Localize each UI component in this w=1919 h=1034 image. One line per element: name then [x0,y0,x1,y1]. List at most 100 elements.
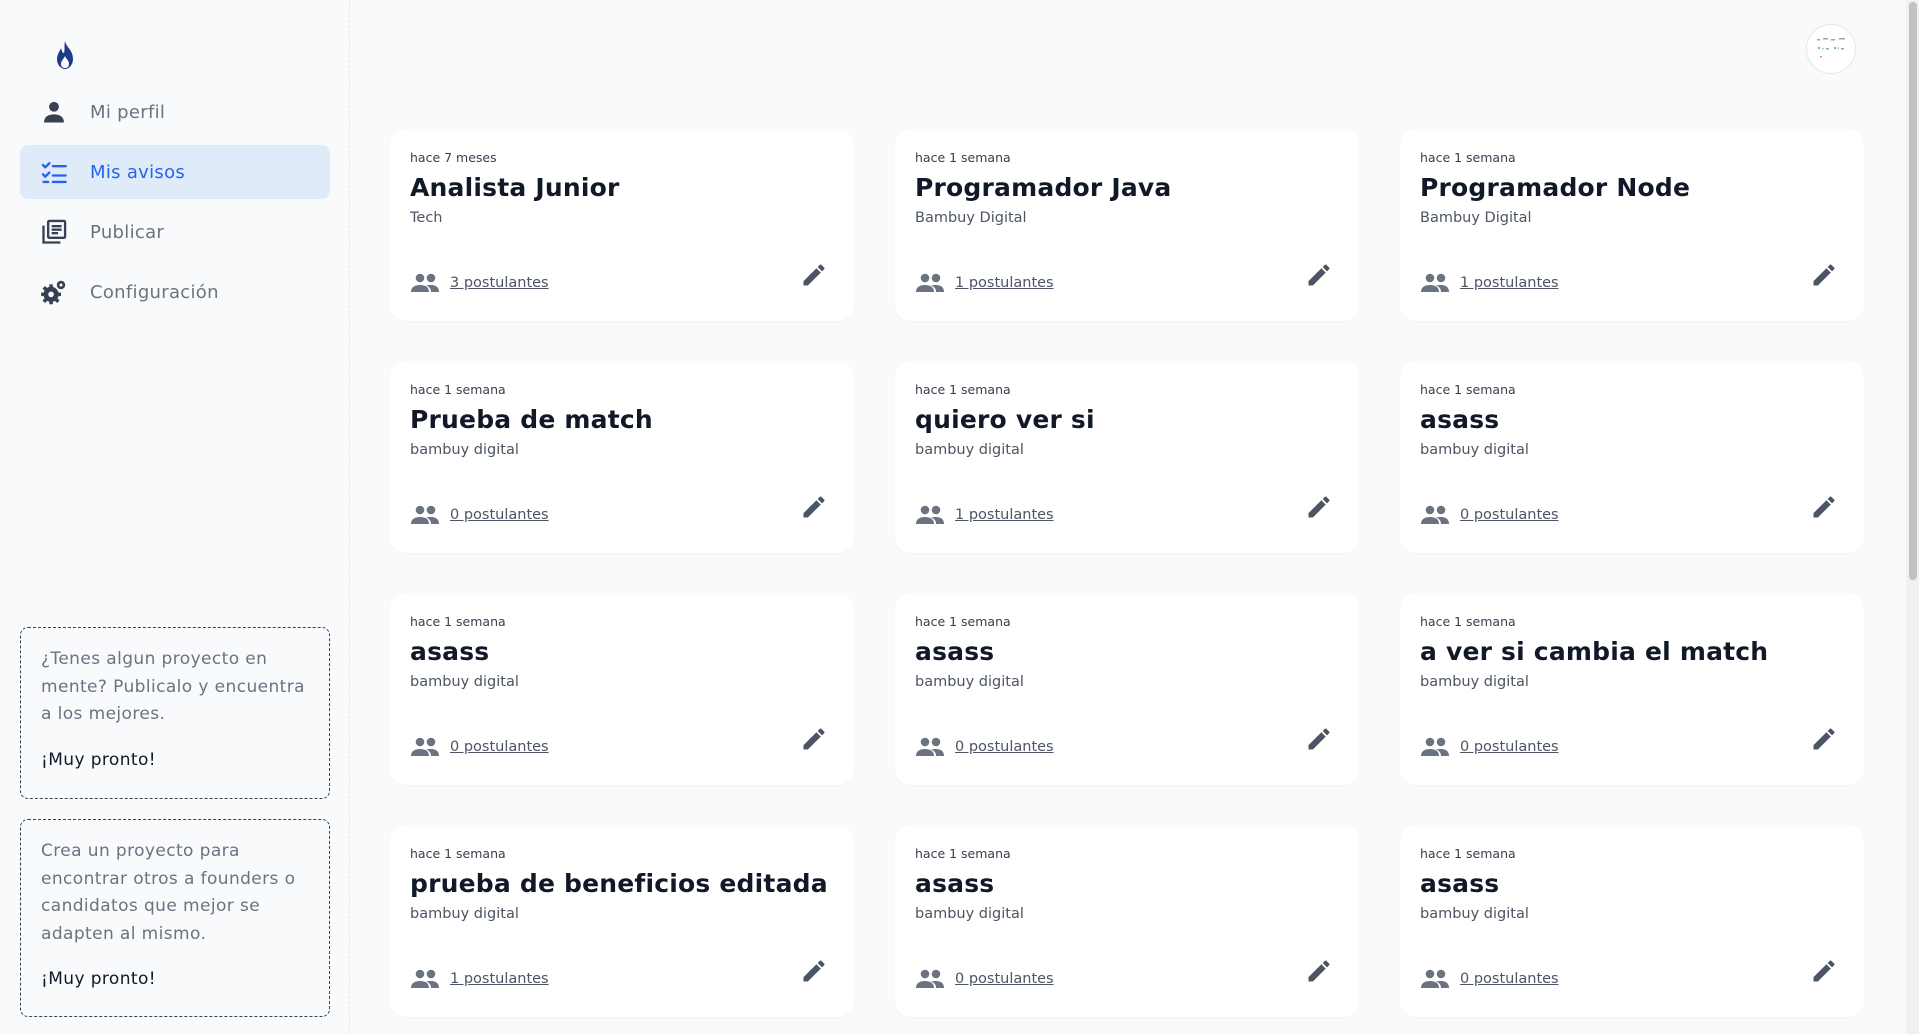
edit-icon[interactable] [800,493,828,521]
posted-time: hace 7 meses [410,150,497,165]
people-icon [411,737,439,756]
applicants-link[interactable]: 0 postulantes [1460,507,1559,523]
scrollbar-thumb[interactable] [1909,2,1917,580]
job-card[interactable]: hace 1 semana asass bambuy digital 0 pos… [895,593,1359,785]
company-name: bambuy digital [410,442,519,458]
people-icon [411,969,439,988]
job-title[interactable]: asass [410,637,834,666]
edit-icon[interactable] [1305,261,1333,289]
job-title[interactable]: Analista Junior [410,173,834,202]
company-name: bambuy digital [410,674,519,690]
job-card[interactable]: hace 1 semana Prueba de match bambuy dig… [390,361,854,553]
settings-gears-icon [40,278,68,306]
scrollbar[interactable] [1906,0,1919,1034]
job-title[interactable]: asass [915,869,1339,898]
sidebar: Mi perfil Mis avisos Publicar Configurac… [0,0,350,1034]
applicants: 0 postulantes [410,504,549,526]
sidebar-item-label: Configuración [90,281,219,303]
avatar[interactable] [1806,24,1856,74]
job-title[interactable]: asass [1420,869,1844,898]
job-title[interactable]: asass [1420,405,1844,434]
sidebar-nav: Mi perfil Mis avisos Publicar Configurac… [20,85,330,325]
company-name: bambuy digital [915,906,1024,922]
applicants: 0 postulantes [1420,736,1559,758]
job-card[interactable]: hace 1 semana Programador Java Bambuy Di… [895,129,1359,321]
edit-icon[interactable] [800,725,828,753]
edit-icon[interactable] [1305,957,1333,985]
posted-time: hace 1 semana [1420,382,1516,397]
company-name: bambuy digital [915,674,1024,690]
posted-time: hace 1 semana [410,382,506,397]
job-title[interactable]: a ver si cambia el match [1420,637,1844,666]
job-card[interactable]: hace 1 semana asass bambuy digital 0 pos… [390,593,854,785]
people-icon [1421,273,1449,292]
job-card[interactable]: hace 1 semana Programador Node Bambuy Di… [1400,129,1864,321]
applicants-link[interactable]: 1 postulantes [955,507,1054,523]
applicants-link[interactable]: 0 postulantes [450,507,549,523]
promo-text: ¿Tenes algun proyecto en mente? Publical… [41,649,305,724]
avatar-image [1817,38,1845,58]
edit-icon[interactable] [1305,725,1333,753]
people-icon [916,273,944,292]
posted-time: hace 1 semana [915,846,1011,861]
job-title[interactable]: Programador Java [915,173,1339,202]
posted-time: hace 1 semana [915,150,1011,165]
sidebar-item-configuracion[interactable]: Configuración [20,265,330,319]
applicants-link[interactable]: 1 postulantes [1460,275,1559,291]
applicants-link[interactable]: 1 postulantes [450,971,549,987]
applicants: 0 postulantes [1420,504,1559,526]
job-title[interactable]: quiero ver si [915,405,1339,434]
people-icon [916,505,944,524]
job-title[interactable]: asass [915,637,1339,666]
applicants-link[interactable]: 0 postulantes [955,739,1054,755]
company-name: bambuy digital [915,442,1024,458]
applicants-link[interactable]: 0 postulantes [450,739,549,755]
job-card[interactable]: hace 1 semana prueba de beneficios edita… [390,825,854,1017]
people-icon [1421,969,1449,988]
posted-time: hace 1 semana [1420,614,1516,629]
job-card[interactable]: hace 1 semana asass bambuy digital 0 pos… [895,825,1359,1017]
flame-icon[interactable] [53,40,77,70]
job-postings-grid: hace 7 meses Analista Junior Tech 3 post… [390,129,1864,1017]
applicants-link[interactable]: 3 postulantes [450,275,549,291]
edit-icon[interactable] [1810,261,1838,289]
company-name: bambuy digital [1420,442,1529,458]
applicants: 1 postulantes [410,968,549,990]
edit-icon[interactable] [800,957,828,985]
applicants: 0 postulantes [915,736,1054,758]
people-icon [1421,505,1449,524]
company-name: bambuy digital [1420,906,1529,922]
job-card[interactable]: hace 7 meses Analista Junior Tech 3 post… [390,129,854,321]
promo-create-project: Crea un proyecto para encontrar otros a … [20,819,330,1017]
sidebar-item-publicar[interactable]: Publicar [20,205,330,259]
job-title[interactable]: Programador Node [1420,173,1844,202]
people-icon [916,737,944,756]
promo-coming-soon: ¡Muy pronto! [41,969,156,989]
company-name: bambuy digital [410,906,519,922]
sidebar-item-mi-perfil[interactable]: Mi perfil [20,85,330,139]
job-card[interactable]: hace 1 semana asass bambuy digital 0 pos… [1400,825,1864,1017]
applicants-link[interactable]: 1 postulantes [955,275,1054,291]
job-card[interactable]: hace 1 semana quiero ver si bambuy digit… [895,361,1359,553]
applicants: 1 postulantes [915,272,1054,294]
edit-icon[interactable] [800,261,828,289]
job-title[interactable]: prueba de beneficios editada [410,869,834,898]
company-name: Bambuy Digital [1420,210,1532,226]
posted-time: hace 1 semana [915,614,1011,629]
sidebar-item-mis-avisos[interactable]: Mis avisos [20,145,330,199]
applicants-link[interactable]: 0 postulantes [1460,739,1559,755]
job-card[interactable]: hace 1 semana a ver si cambia el match b… [1400,593,1864,785]
edit-icon[interactable] [1810,493,1838,521]
edit-icon[interactable] [1810,725,1838,753]
job-title[interactable]: Prueba de match [410,405,834,434]
applicants-link[interactable]: 0 postulantes [1460,971,1559,987]
applicants-link[interactable]: 0 postulantes [955,971,1054,987]
checklist-icon [40,158,68,186]
job-card[interactable]: hace 1 semana asass bambuy digital 0 pos… [1400,361,1864,553]
people-icon [916,969,944,988]
person-icon [40,98,68,126]
edit-icon[interactable] [1810,957,1838,985]
posted-time: hace 1 semana [915,382,1011,397]
posted-time: hace 1 semana [410,614,506,629]
edit-icon[interactable] [1305,493,1333,521]
